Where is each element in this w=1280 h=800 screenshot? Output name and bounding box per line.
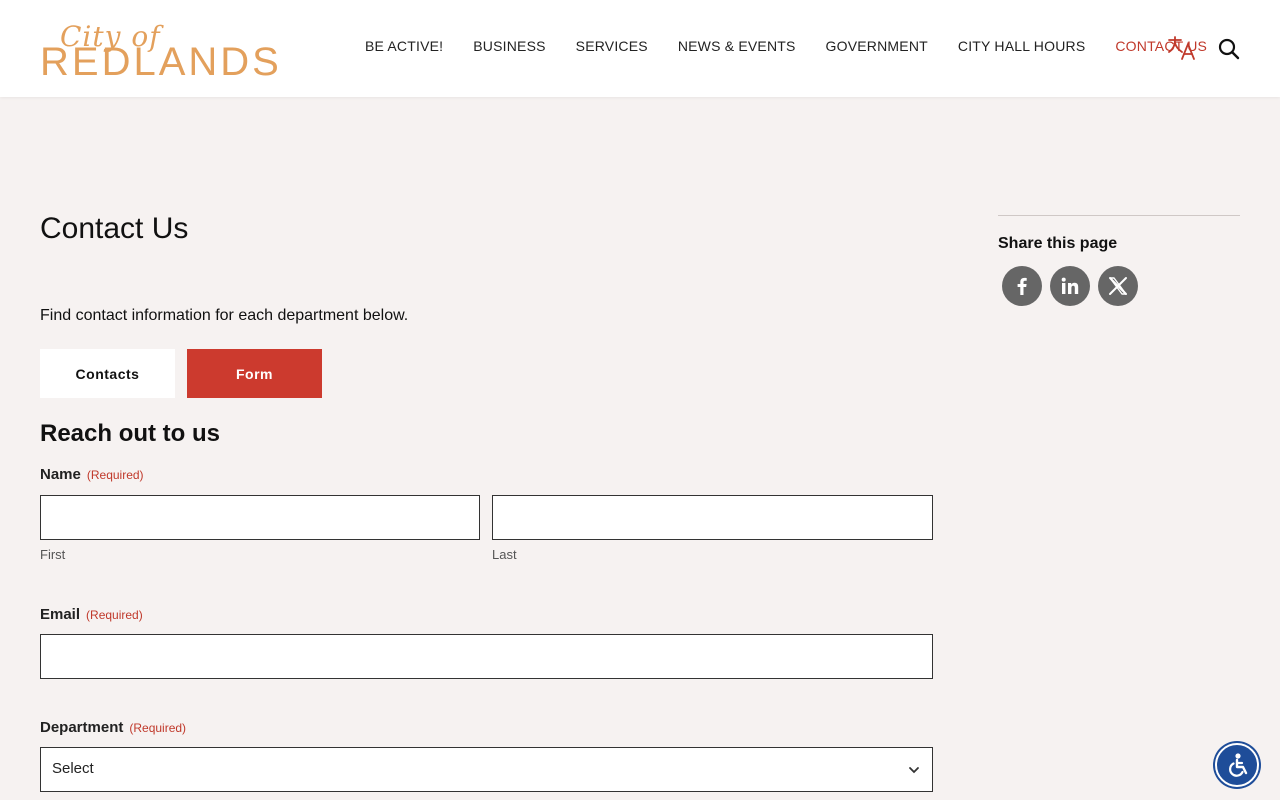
nav-news-events[interactable]: NEWS & EVENTS (678, 38, 796, 54)
tab-contacts[interactable]: Contacts (40, 349, 175, 398)
share-divider (998, 215, 1240, 216)
logo-main-text: REDLANDS (40, 40, 282, 84)
department-label: Department (Required) (40, 719, 186, 736)
accessibility-button[interactable] (1215, 743, 1259, 787)
first-name-input[interactable] (40, 495, 480, 540)
last-name-input[interactable] (492, 495, 933, 540)
department-select[interactable]: Select (40, 747, 933, 792)
first-name-sublabel: First (40, 547, 66, 562)
chevron-down-icon (909, 767, 919, 774)
nav-be-active[interactable]: BE ACTIVE! (365, 38, 443, 54)
department-label-text: Department (40, 719, 124, 736)
intro-text: Find contact information for each depart… (40, 307, 409, 324)
share-facebook-button[interactable] (1002, 266, 1042, 306)
x-icon (1109, 277, 1127, 295)
accessibility-icon (1229, 753, 1248, 777)
nav-business[interactable]: BUSINESS (473, 38, 545, 54)
search-icon[interactable] (1218, 38, 1240, 60)
city-logo[interactable]: City of REDLANDS (40, 20, 280, 84)
site-header: City of REDLANDS BE ACTIVE! BUSINESS SER… (0, 0, 1280, 97)
share-x-button[interactable] (1098, 266, 1138, 306)
nav-services[interactable]: SERVICES (576, 38, 648, 54)
last-name-sublabel: Last (492, 547, 517, 562)
email-label-text: Email (40, 606, 81, 623)
name-required-tag: (Required) (86, 468, 144, 482)
main-nav: BE ACTIVE! BUSINESS SERVICES NEWS & EVEN… (365, 38, 1237, 54)
nav-government[interactable]: GOVERNMENT (826, 38, 928, 54)
email-input[interactable] (40, 634, 933, 679)
email-label: Email (Required) (40, 606, 143, 623)
share-linkedin-button[interactable] (1050, 266, 1090, 306)
department-required-tag: (Required) (129, 721, 187, 735)
department-selected-value: Select (52, 760, 94, 777)
share-title: Share this page (998, 235, 1118, 252)
name-label-text: Name (40, 466, 81, 483)
form-section-title: Reach out to us (40, 420, 221, 447)
translate-icon[interactable] (1167, 34, 1197, 62)
page-title: Contact Us (40, 212, 189, 245)
name-label: Name (Required) (40, 466, 144, 483)
facebook-icon (1017, 277, 1027, 295)
nav-city-hall-hours[interactable]: CITY HALL HOURS (958, 38, 1085, 54)
email-required-tag: (Required) (86, 608, 143, 622)
linkedin-icon (1061, 277, 1079, 294)
tab-form[interactable]: Form (187, 349, 322, 398)
contact-tabs: Contacts Form (40, 349, 322, 398)
